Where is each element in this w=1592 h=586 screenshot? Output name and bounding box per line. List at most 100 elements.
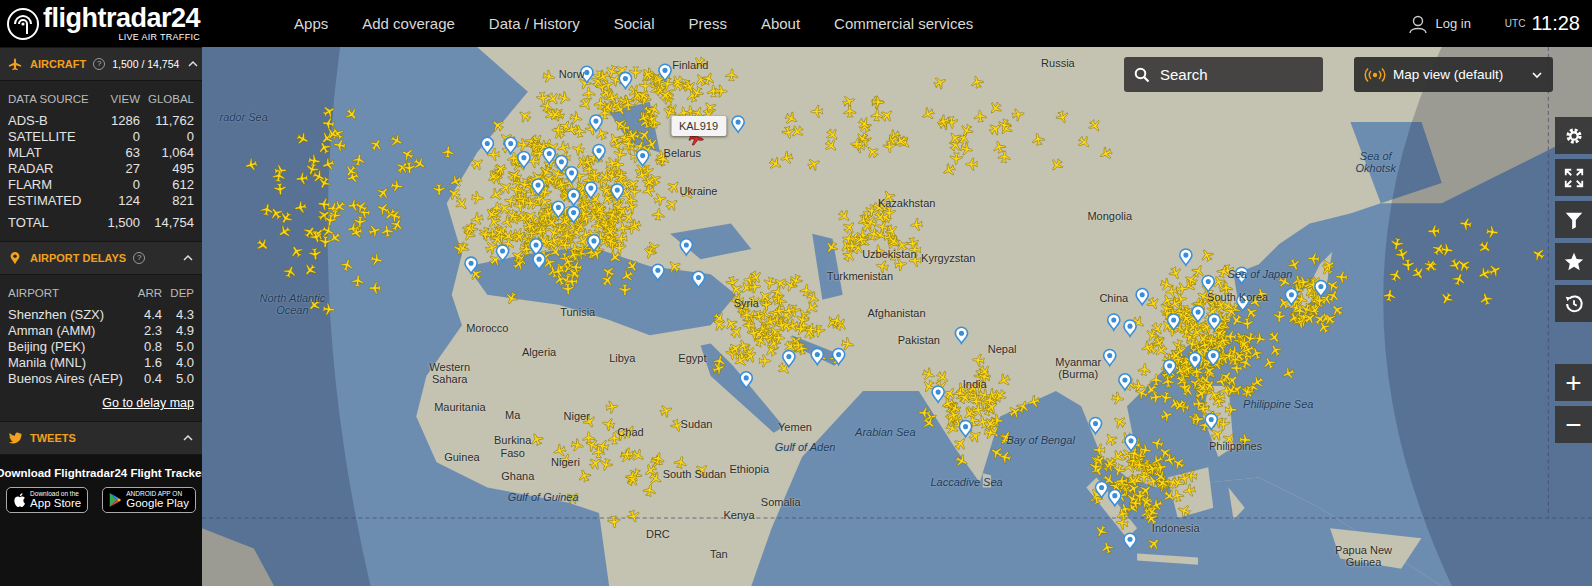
plane-icon[interactable] <box>1195 331 1212 348</box>
plane-icon[interactable] <box>752 310 766 324</box>
plane-icon[interactable] <box>1267 342 1283 358</box>
plane-icon[interactable] <box>339 257 354 272</box>
plane-icon[interactable] <box>445 185 462 202</box>
plane-icon[interactable] <box>295 172 308 185</box>
plane-icon[interactable] <box>1170 455 1187 472</box>
plane-icon[interactable] <box>775 318 789 332</box>
plane-icon[interactable] <box>736 338 752 354</box>
plane-icon[interactable] <box>1115 507 1130 522</box>
plane-icon[interactable] <box>507 167 523 183</box>
plane-icon[interactable] <box>342 163 359 180</box>
airport-pin-icon[interactable] <box>932 386 944 402</box>
plane-icon[interactable] <box>694 461 711 478</box>
plane-icon[interactable] <box>322 303 335 316</box>
plane-icon[interactable] <box>1087 118 1104 135</box>
plane-icon[interactable] <box>1200 362 1217 379</box>
plane-icon[interactable] <box>658 403 674 419</box>
plane-icon[interactable] <box>715 85 727 97</box>
nav-item[interactable]: About <box>761 15 800 32</box>
flight-tooltip[interactable]: KAL919 <box>671 116 726 136</box>
plane-icon[interactable] <box>636 126 653 143</box>
plane-icon[interactable] <box>478 226 492 240</box>
nav-item[interactable]: Apps <box>294 15 328 32</box>
login-button[interactable]: Log in <box>1408 14 1470 34</box>
airport-pin-icon[interactable] <box>1202 275 1214 291</box>
plane-icon[interactable] <box>390 179 404 193</box>
plane-icon[interactable] <box>920 106 936 122</box>
plane-icon[interactable] <box>522 208 539 225</box>
plane-icon[interactable] <box>812 325 825 338</box>
plane-icon[interactable] <box>1273 310 1286 323</box>
plane-icon[interactable] <box>642 245 657 260</box>
airport-pin-icon[interactable] <box>533 253 545 269</box>
plane-icon[interactable] <box>626 509 641 524</box>
plane-icon[interactable] <box>607 515 620 528</box>
plane-icon[interactable] <box>605 400 619 414</box>
plane-icon[interactable] <box>794 341 808 355</box>
airport-pin-icon[interactable] <box>1237 295 1249 311</box>
plane-icon[interactable] <box>1138 494 1155 511</box>
zoom-button[interactable]: − <box>1555 406 1592 443</box>
airport-pin-icon[interactable] <box>1189 353 1201 369</box>
airport-pin-icon[interactable] <box>568 206 580 222</box>
plane-icon[interactable] <box>624 258 641 275</box>
plane-icon[interactable] <box>854 232 869 247</box>
plane-icon[interactable] <box>1225 404 1237 416</box>
plane-icon[interactable] <box>1031 132 1045 146</box>
plane-icon[interactable] <box>1266 329 1283 346</box>
airport-pin-icon[interactable] <box>1205 413 1217 429</box>
plane-icon[interactable] <box>1325 287 1341 303</box>
plane-icon[interactable] <box>1431 241 1448 258</box>
plane-icon[interactable] <box>1093 444 1105 456</box>
airport-pin-icon[interactable] <box>565 167 577 183</box>
plane-icon[interactable] <box>324 126 341 143</box>
plane-icon[interactable] <box>805 290 821 306</box>
airport-pin-icon[interactable] <box>637 150 649 166</box>
plane-icon[interactable] <box>957 389 974 406</box>
plane-icon[interactable] <box>976 363 993 380</box>
plane-icon[interactable] <box>653 192 668 207</box>
plane-icon[interactable] <box>1213 297 1229 313</box>
plane-icon[interactable] <box>1448 257 1464 273</box>
airport-pin-icon[interactable] <box>1125 435 1137 451</box>
plane-icon[interactable] <box>673 455 688 470</box>
plane-icon[interactable] <box>566 247 582 263</box>
plane-icon[interactable] <box>872 244 886 258</box>
airport-delays-header[interactable]: AIRPORT DELAYS? <box>0 241 202 275</box>
nav-item[interactable]: Press <box>689 15 727 32</box>
plane-icon[interactable] <box>1215 333 1231 349</box>
plane-icon[interactable] <box>369 252 384 267</box>
plane-icon[interactable] <box>343 106 360 123</box>
plane-icon[interactable] <box>941 162 957 178</box>
plane-icon[interactable] <box>772 304 785 317</box>
plane-icon[interactable] <box>810 105 822 117</box>
airport-pin-icon[interactable] <box>585 182 597 198</box>
plane-icon[interactable] <box>971 354 984 367</box>
plane-icon[interactable] <box>664 196 681 213</box>
plane-icon[interactable] <box>1238 355 1253 370</box>
plane-icon[interactable] <box>872 96 885 109</box>
plane-icon[interactable] <box>304 162 319 177</box>
plane-icon[interactable] <box>557 91 572 106</box>
airport-delay-row[interactable]: Buenos Aires (AEP)0.45.0 <box>8 371 194 387</box>
plane-icon[interactable] <box>554 177 569 192</box>
plane-icon[interactable] <box>954 453 970 469</box>
plane-icon[interactable] <box>517 195 530 208</box>
plane-icon[interactable] <box>1159 391 1173 405</box>
plane-icon[interactable] <box>469 155 486 172</box>
airport-pin-icon[interactable] <box>959 421 971 437</box>
plane-icon[interactable] <box>308 248 321 261</box>
airport-pin-icon[interactable] <box>619 72 631 88</box>
plane-icon[interactable] <box>260 202 274 216</box>
plane-icon[interactable] <box>642 462 659 479</box>
plane-icon[interactable] <box>1111 463 1126 478</box>
plane-icon[interactable] <box>295 131 311 147</box>
plane-icon[interactable] <box>946 408 961 423</box>
plane-icon[interactable] <box>823 239 840 256</box>
plane-icon[interactable] <box>323 213 337 227</box>
plane-icon[interactable] <box>353 199 369 215</box>
plane-icon[interactable] <box>763 276 777 290</box>
plane-icon[interactable] <box>961 405 978 422</box>
plane-icon[interactable] <box>804 323 817 336</box>
plane-icon[interactable] <box>1076 134 1093 151</box>
